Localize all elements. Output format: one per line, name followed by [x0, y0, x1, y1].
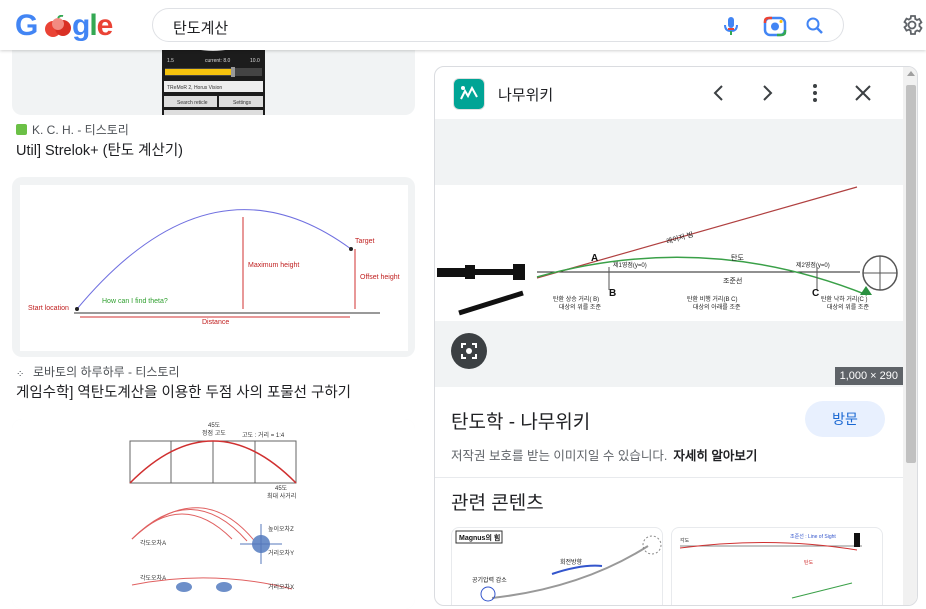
preview-title-link[interactable]: 탄도학 - 나무위키 — [451, 407, 590, 434]
thumb-text: 45도 — [275, 485, 288, 492]
image-dimensions-badge: 1,000 × 290 — [834, 367, 903, 385]
diagram-label: 대상의 아래를 조준 — [693, 303, 741, 311]
close-icon[interactable] — [851, 81, 875, 105]
top-header: Google 탄도계산 — [0, 0, 926, 50]
panel-scrollbar[interactable] — [903, 67, 917, 605]
learn-more-link[interactable]: 자세히 알아보기 — [673, 449, 757, 463]
result-title-link[interactable]: 게임수학] 역탄도계산을 이용한 두점 사의 포물선 구하기 — [16, 381, 351, 402]
divider — [435, 477, 903, 478]
thumb-text: Distance — [202, 319, 229, 326]
panel-header: 나무위키 — [435, 67, 903, 119]
diagram-label: 탄환 낙하 거리(C ) — [821, 295, 867, 303]
diagram-label: 조준선 — [723, 276, 742, 285]
image-preview-panel: 나무위키 레이저 빔 탄도 A B C 제1영점(y=0) 제2영점(y=0) … — [434, 66, 918, 606]
thumb-text: 10.0 — [250, 58, 260, 64]
diagram-label: 탄환 상승 거리( B) — [553, 295, 599, 303]
source-label: K. C. H. - 티스토리 — [32, 123, 129, 137]
thumb-text: 거리오차X — [268, 583, 294, 591]
thumb-text: Magnus의 힘 — [459, 533, 500, 542]
thumb-text: 거리오차Y — [268, 549, 294, 557]
thumb-text: 높이오차Z — [268, 525, 294, 533]
result-title-link[interactable]: Util] Strelok+ (탄도 계산기) — [16, 139, 183, 160]
thumb-text: Maximum height — [248, 262, 299, 269]
thumb-text: Offset height — [360, 274, 400, 281]
namuwiki-logo-icon[interactable] — [453, 78, 485, 110]
search-icon[interactable] — [805, 16, 825, 36]
thumb-text: current: 8.0 — [205, 58, 231, 64]
camera-lens-icon[interactable] — [763, 15, 787, 37]
diagram-label: 탄환 비행 거리(B C) — [687, 295, 737, 303]
copyright-notice: 저작권 보호를 받는 이미지일 수 있습니다. 자세히 알아보기 — [451, 445, 757, 464]
thumb-text: 조준선 : Line of Sight — [790, 533, 836, 540]
preview-image-area[interactable]: 레이저 빔 탄도 A B C 제1영점(y=0) 제2영점(y=0) 조준선 탄… — [435, 119, 903, 387]
microphone-icon[interactable] — [721, 15, 741, 37]
thumb-text: 45도 — [208, 422, 221, 429]
visit-button[interactable]: 방문 — [805, 401, 885, 437]
thumb-text: TReMoR 2, Horus Vision — [167, 85, 222, 91]
thumb-text: 1.5 — [167, 58, 174, 64]
logo-letter: l — [89, 9, 97, 42]
result-thumbnail: 45도 정점 고도 고도 : 거리 = 1:4 45도 최대 사거리 높이오차Z… — [12, 419, 415, 609]
lens-search-button[interactable] — [451, 333, 487, 369]
logo-letter: G — [15, 9, 38, 42]
thumb-text: 각도 — [680, 537, 690, 544]
site-name[interactable]: 나무위키 — [498, 84, 553, 105]
diagram-label: A — [591, 253, 598, 264]
result-source[interactable]: ⁘ 로바토의 하루하루 - 티스토리 — [16, 363, 179, 380]
thumb-text: 각도오차A — [140, 539, 166, 547]
diagram-label: 제1영점(y=0) — [613, 261, 647, 269]
thumb-text: 정점 고도 — [202, 430, 226, 437]
result-source[interactable]: K. C. H. - 티스토리 — [16, 121, 129, 138]
thumb-text: 탄도 — [804, 559, 814, 566]
related-thumbnail[interactable]: 조준선 : Line of Sight 탄도 각도 — [671, 527, 883, 605]
tistory-favicon-icon — [16, 124, 27, 135]
copyright-text: 저작권 보호를 받는 이미지일 수 있습니다. — [451, 449, 668, 463]
thumb-text: 공기압력 감소 — [472, 576, 507, 584]
chevron-left-icon[interactable] — [707, 81, 731, 105]
thumb-text: How can I find theta? — [102, 298, 168, 305]
diagram-label: 대상의 위를 조준 — [827, 303, 869, 311]
thumb-text: Start location — [28, 305, 69, 312]
chevron-right-icon[interactable] — [755, 81, 779, 105]
result-image-card[interactable]: 45도 정점 고도 고도 : 거리 = 1:4 45도 최대 사거리 높이오차Z… — [12, 419, 415, 609]
ballistics-diagram-image: 레이저 빔 탄도 A B C 제1영점(y=0) 제2영점(y=0) 조준선 탄… — [435, 185, 903, 321]
diagram-label: 제2영점(y=0) — [796, 261, 830, 269]
source-label: 로바토의 하루하루 - 티스토리 — [33, 365, 180, 379]
thumb-text: 각도오차A — [140, 574, 166, 582]
scroll-up-arrow-icon[interactable] — [907, 71, 915, 76]
result-image-card[interactable]: Target Maximum height Offset height Star… — [12, 177, 415, 357]
related-thumbnail[interactable]: Magnus의 힘 공기압력 감소 회전방향 — [451, 527, 663, 605]
search-bar[interactable]: 탄도계산 — [152, 8, 844, 42]
thumb-text: 회전방향 — [560, 558, 583, 566]
more-vert-icon[interactable] — [803, 81, 827, 105]
related-content-heading: 관련 콘텐츠 — [451, 493, 544, 514]
lens-scan-icon — [461, 343, 477, 359]
result-thumbnail: Target Maximum height Offset height Star… — [20, 185, 408, 351]
diagram-label: 탄도 — [731, 253, 744, 262]
diagram-label: 대상의 위를 조준 — [559, 303, 601, 311]
thumb-text: 최대 사거리 — [267, 492, 296, 500]
diagram-label: C — [812, 288, 819, 299]
thumb-text: Settings — [233, 100, 252, 106]
scrollbar-thumb[interactable] — [906, 85, 916, 463]
diagram-label: B — [609, 288, 616, 299]
logo-letter: g — [72, 9, 90, 42]
thumb-text: Search reticle — [177, 100, 208, 106]
logo-letter: e — [96, 9, 114, 42]
doodle-icon[interactable] — [44, 15, 72, 41]
gear-icon[interactable] — [900, 13, 924, 37]
blog-favicon-icon: ⁘ — [16, 369, 25, 380]
thumb-text: Target — [355, 238, 375, 245]
diagram-label: 레이저 빔 — [665, 230, 694, 246]
thumb-text: 고도 : 거리 = 1:4 — [242, 431, 285, 439]
search-input[interactable]: 탄도계산 — [173, 17, 228, 38]
